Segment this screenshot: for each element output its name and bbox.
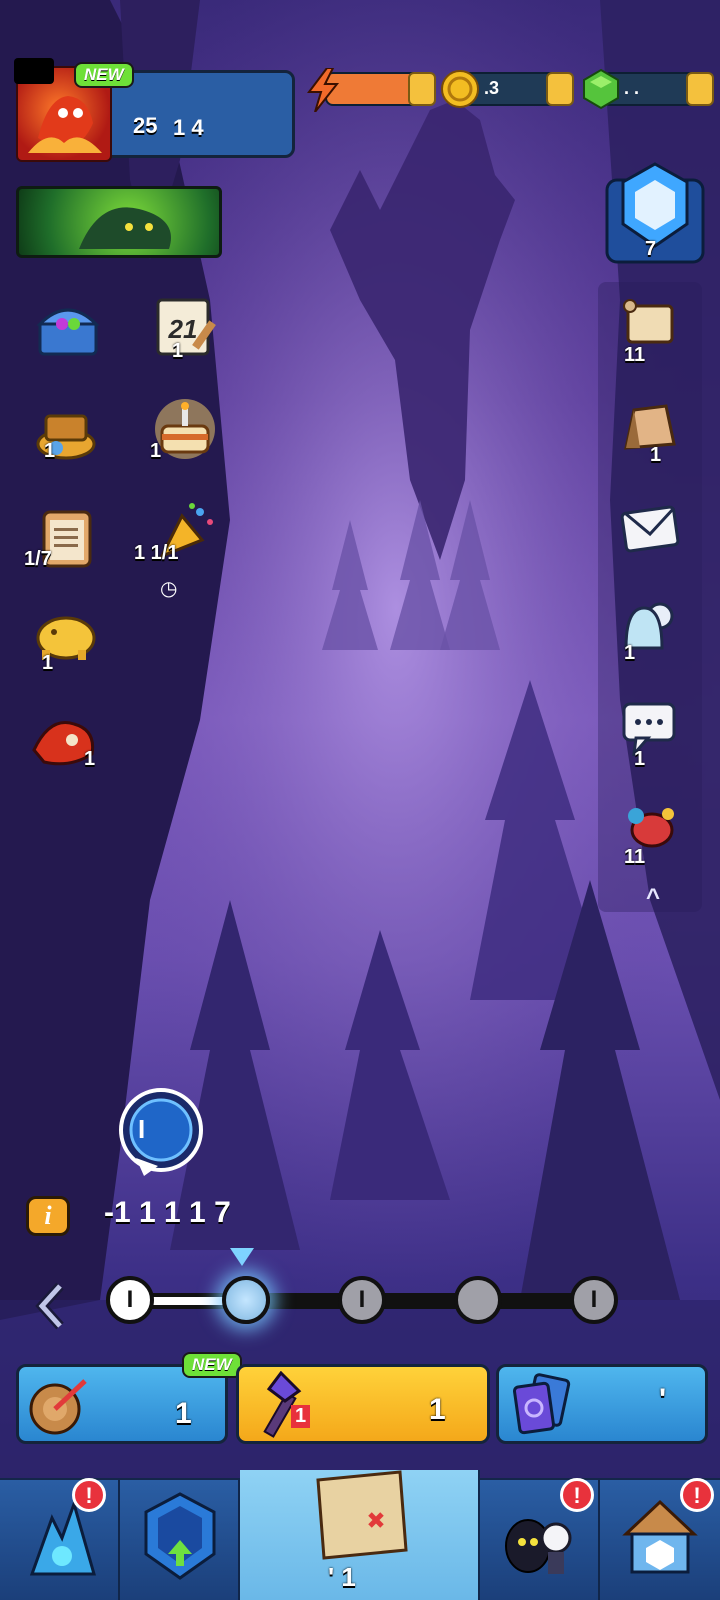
event-creature-button[interactable]: 11 bbox=[620, 800, 690, 876]
cards-mode-button[interactable]: ' bbox=[496, 1364, 708, 1444]
hero-marker-label: I bbox=[138, 1114, 146, 1144]
chevron-up-icon: ^ bbox=[645, 884, 660, 911]
stage-node[interactable] bbox=[454, 1276, 502, 1324]
battle-mode-button[interactable]: 1 1 bbox=[236, 1364, 490, 1444]
stage-node[interactable]: I bbox=[338, 1276, 386, 1324]
rank-emblem[interactable]: 7 bbox=[605, 160, 705, 270]
avatar-new-badge: NEW bbox=[74, 62, 134, 88]
chat-label: 1 bbox=[634, 748, 646, 770]
energy-bar[interactable] bbox=[305, 68, 436, 112]
celebration-label: 1 1/1 bbox=[134, 542, 179, 564]
rank-emblem-label: 7 bbox=[645, 238, 657, 260]
coins-plus-button[interactable] bbox=[546, 72, 574, 106]
coins-bar[interactable]: .3 bbox=[440, 70, 575, 108]
stage-node[interactable] bbox=[222, 1276, 270, 1324]
chat-icon bbox=[622, 702, 676, 759]
gold-pile-icon bbox=[36, 414, 96, 460]
treasure-map-icon bbox=[316, 1470, 408, 1560]
location-pin-icon bbox=[119, 1088, 203, 1176]
nav-shop[interactable]: ! bbox=[600, 1478, 720, 1600]
archery-new-badge: NEW bbox=[182, 1352, 242, 1378]
target-arrow-icon bbox=[29, 1379, 87, 1435]
dragon-event-banner[interactable] bbox=[16, 186, 222, 258]
friends-button[interactable]: 1 bbox=[620, 598, 690, 674]
player-score: 1 4 bbox=[173, 115, 204, 140]
nav-upgrade[interactable] bbox=[120, 1480, 240, 1600]
celebration-event-button[interactable]: 1 1/1 ◷ bbox=[130, 500, 240, 600]
timer-icon: ◷ bbox=[160, 578, 178, 600]
treasure-chest-icon bbox=[36, 308, 100, 356]
cake-label: 1 bbox=[150, 440, 162, 462]
hero-location-marker[interactable]: I bbox=[116, 1088, 206, 1184]
friends-label: 1 bbox=[624, 642, 636, 664]
green-gem-icon bbox=[583, 68, 619, 110]
birthday-event-button[interactable]: 1 bbox=[150, 394, 220, 470]
nav-heroes[interactable]: ! bbox=[0, 1478, 120, 1600]
bag-label: 1 bbox=[650, 444, 662, 466]
hero-offer-label: 1 bbox=[84, 748, 96, 770]
energy-plus-button[interactable] bbox=[408, 72, 436, 106]
scroll-label: 11 bbox=[624, 344, 646, 366]
nav-guild-alert: ! bbox=[560, 1478, 594, 1512]
cards-mode-label: ' bbox=[659, 1383, 667, 1416]
piggy-label: 1 bbox=[42, 652, 54, 674]
scroll-button[interactable]: 11 bbox=[620, 296, 690, 372]
cards-icon bbox=[512, 1373, 571, 1435]
lightning-icon bbox=[307, 68, 340, 112]
upgrade-shield-icon bbox=[144, 1492, 216, 1580]
calendar-icon: 21 bbox=[156, 298, 216, 356]
battle-mode-label: 1 bbox=[429, 1393, 446, 1426]
gems-value: . . bbox=[624, 78, 640, 98]
current-stage-arrow bbox=[230, 1248, 254, 1266]
mail-icon bbox=[620, 505, 680, 553]
stage-name: -1 1 1 1 7 bbox=[104, 1196, 231, 1229]
chest-shop-button[interactable] bbox=[34, 294, 102, 362]
stage-node-label: I bbox=[358, 1286, 366, 1313]
chevron-left-icon bbox=[35, 1282, 64, 1330]
stage-node-label: I bbox=[126, 1286, 134, 1313]
event-creature-label: 11 bbox=[624, 846, 646, 868]
chat-button[interactable]: 1 bbox=[620, 700, 690, 776]
nav-guild[interactable]: ! bbox=[480, 1478, 600, 1600]
collapse-sidebar-button[interactable]: ^ bbox=[636, 884, 670, 911]
stage-node[interactable]: I bbox=[106, 1276, 154, 1324]
archery-mode-label: 1 bbox=[175, 1397, 192, 1430]
gold-pile-label: 1 bbox=[44, 440, 56, 462]
avatar-frame-tag bbox=[14, 58, 54, 84]
info-icon: i bbox=[44, 1201, 52, 1230]
quest-button[interactable]: 1/7 bbox=[24, 504, 104, 580]
bag-button[interactable]: 1 bbox=[620, 398, 690, 474]
stage-node[interactable]: I bbox=[570, 1276, 618, 1324]
gold-pile-button[interactable]: 1 bbox=[32, 400, 100, 468]
stage-node-label: I bbox=[590, 1286, 598, 1313]
daily-calendar-button[interactable]: 21 1 bbox=[152, 292, 222, 372]
stage-prev-button[interactable] bbox=[34, 1282, 70, 1330]
quest-label: 1/7 bbox=[24, 548, 52, 570]
player-level: 25 bbox=[133, 113, 158, 138]
nav-heroes-alert: ! bbox=[72, 1478, 106, 1512]
coins-value: .3 bbox=[484, 78, 500, 98]
nav-map[interactable]: ' 1 bbox=[240, 1470, 480, 1600]
hero-offer-button[interactable]: 1 bbox=[30, 710, 110, 782]
mail-button[interactable] bbox=[620, 500, 690, 560]
gold-coin-icon bbox=[441, 70, 479, 108]
calendar-caption: 1 bbox=[172, 340, 184, 362]
nav-map-label: ' 1 bbox=[328, 1562, 356, 1592]
stage-info-button[interactable]: i bbox=[26, 1196, 70, 1236]
event-creature-icon bbox=[628, 808, 674, 848]
nav-shop-alert: ! bbox=[680, 1478, 714, 1512]
gems-bar[interactable]: . . bbox=[580, 68, 715, 110]
piggy-bank-button[interactable]: 1 bbox=[32, 606, 102, 676]
battle-mode-count: 1 bbox=[291, 1405, 311, 1428]
gems-plus-button[interactable] bbox=[686, 72, 714, 106]
green-dragon-icon bbox=[79, 207, 171, 249]
